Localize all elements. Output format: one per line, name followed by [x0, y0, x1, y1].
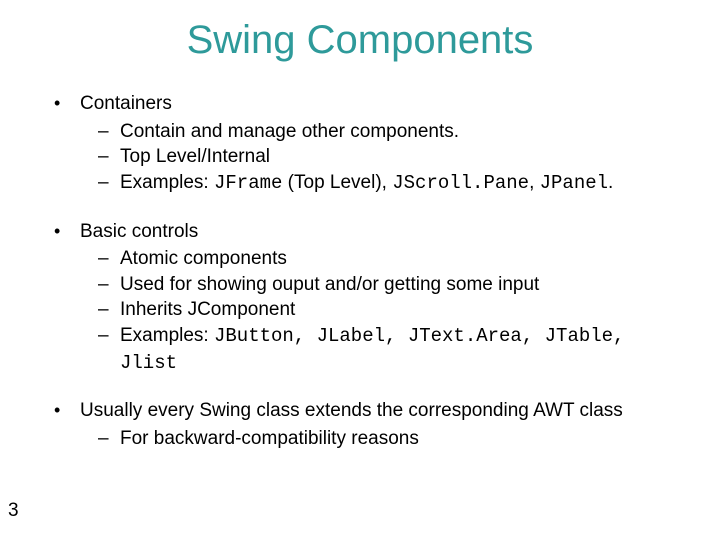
- bullet-list: Containers Contain and manage other comp…: [30, 91, 690, 452]
- bullet-basic-controls: Basic controls Atomic components Used fo…: [54, 219, 690, 377]
- sub-item: Used for showing ouput and/or getting so…: [98, 272, 690, 298]
- code: JFrame: [214, 172, 282, 194]
- page-number: 3: [8, 500, 19, 522]
- bullet-head: Containers: [80, 93, 172, 114]
- bullet-head: Usually every Swing class extends the co…: [80, 400, 623, 421]
- sub-item: Top Level/Internal: [98, 144, 690, 170]
- sub-item: Contain and manage other components.: [98, 119, 690, 145]
- sub-list: Atomic components Used for showing ouput…: [80, 246, 690, 376]
- sub-item: Examples: JButton, JLabel, JText.Area, J…: [98, 323, 690, 376]
- sub-item: For backward-compatibility reasons: [98, 426, 690, 452]
- sub-item: Atomic components: [98, 246, 690, 272]
- bullet-awt-extends: Usually every Swing class extends the co…: [54, 398, 690, 451]
- sub-list: For backward-compatibility reasons: [80, 426, 690, 452]
- bullet-head: Basic controls: [80, 221, 198, 242]
- text: Examples:: [120, 325, 214, 346]
- sub-list: Contain and manage other components. Top…: [80, 119, 690, 197]
- slide-body: Containers Contain and manage other comp…: [0, 73, 720, 452]
- code: JPanel: [540, 172, 608, 194]
- code: JScroll.Pane: [392, 172, 529, 194]
- text: .: [608, 172, 613, 193]
- text: ,: [529, 172, 540, 193]
- bullet-containers: Containers Contain and manage other comp…: [54, 91, 690, 197]
- sub-item: Examples: JFrame (Top Level), JScroll.Pa…: [98, 170, 690, 197]
- text: (Top Level),: [282, 172, 392, 193]
- slide-title: Swing Components: [0, 0, 720, 73]
- slide: Swing Components Containers Contain and …: [0, 0, 720, 540]
- sub-item: Inherits JComponent: [98, 297, 690, 323]
- text: Examples:: [120, 172, 214, 193]
